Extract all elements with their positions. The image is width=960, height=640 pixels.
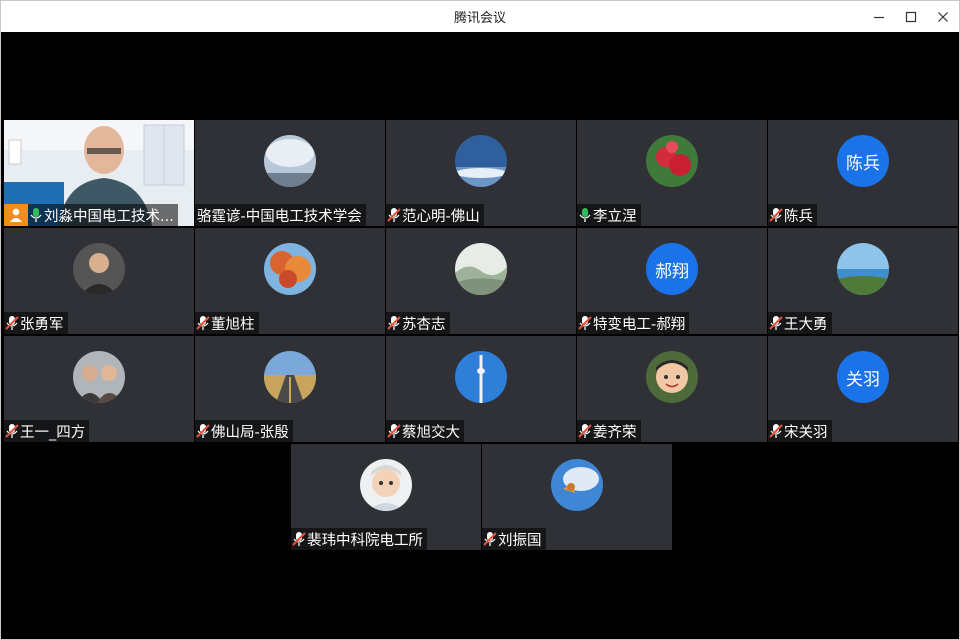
participant-tile[interactable]: 王一_四方 [4,336,194,442]
participant-tile[interactable]: 骆霆谚-中国电工技术学会 [195,120,385,226]
participant-avatar [360,459,412,511]
participant-avatar [264,351,316,403]
mic-off-icon [5,316,19,330]
participant-name-tag: 李立涅 [577,204,641,226]
participant-tile[interactable]: 王大勇 [768,228,958,334]
participant-name-tag: 姜齐荣 [577,420,641,442]
participant-tile[interactable]: 刘淼中国电工技术... [4,120,194,226]
mic-off-icon [387,424,401,438]
window-controls [863,1,959,32]
participant-tile[interactable]: 关羽 宋关羽 [768,336,958,442]
participant-tile[interactable]: 陈兵 陈兵 [768,120,958,226]
participant-avatar [455,243,507,295]
participant-tile[interactable]: 苏杏志 [386,228,576,334]
participant-tile[interactable]: 裴玮中科院电工所 [291,444,481,550]
participant-avatar [837,243,889,295]
participant-tile[interactable]: 张勇军 [4,228,194,334]
participant-tile[interactable]: 范心明-佛山 [386,120,576,226]
mic-off-icon [196,424,210,438]
mic-off-icon [769,316,783,330]
participant-name-tag: 裴玮中科院电工所 [291,528,427,550]
participant-avatar [264,135,316,187]
mic-off-icon [5,424,19,438]
participant-tile[interactable]: 刘振国 [482,444,672,550]
mic-on-icon [579,208,591,222]
participant-avatar [646,351,698,403]
mic-off-icon [769,424,783,438]
participant-tile[interactable]: 李立涅 [577,120,767,226]
participant-avatar-text: 关羽 [837,351,889,403]
participant-name-tag: 董旭柱 [195,312,259,334]
participant-name-tag: 陈兵 [768,204,817,226]
participant-avatar [73,243,125,295]
participant-name-tag: 特变电工-郝翔 [577,312,690,334]
participant-tile[interactable]: 董旭柱 [195,228,385,334]
close-icon [938,11,948,22]
mic-off-icon [769,208,783,222]
participant-name-tag: 张勇军 [4,312,68,334]
participant-tile[interactable]: 姜齐荣 [577,336,767,442]
meeting-window: 腾讯会议 刘淼中国电工技术... 骆霆谚-中国电工技术学会 范心明-佛山 李立涅… [0,0,960,640]
minimize-button[interactable] [863,1,895,32]
participant-name-tag: 蔡旭交大 [386,420,464,442]
participant-name-tag: 宋关羽 [768,420,832,442]
participant-tile[interactable]: 蔡旭交大 [386,336,576,442]
participant-tile[interactable]: 郝翔 特变电工-郝翔 [577,228,767,334]
participant-name-tag: 范心明-佛山 [386,204,484,226]
participant-name-tag: 王一_四方 [4,420,90,442]
participant-avatar-text: 陈兵 [837,135,889,187]
participant-name-tag: 佛山局-张殷 [195,420,293,442]
participant-grid: 刘淼中国电工技术... 骆霆谚-中国电工技术学会 范心明-佛山 李立涅 陈兵 陈… [1,32,959,639]
mic-off-icon [292,532,306,546]
close-button[interactable] [927,1,959,32]
participant-avatar [455,135,507,187]
participant-name-tag: 骆霆谚-中国电工技术学会 [195,204,366,226]
mic-off-icon [387,208,401,222]
participant-avatar-text: 郝翔 [646,243,698,295]
window-title: 腾讯会议 [453,11,506,26]
participant-avatar [646,135,698,187]
participant-tile[interactable]: 佛山局-张殷 [195,336,385,442]
participant-avatar [264,243,316,295]
host-icon [10,208,22,222]
mic-off-icon [196,316,210,330]
participant-name-tag: 王大勇 [768,312,832,334]
participant-name-tag: 刘振国 [482,528,546,550]
mic-off-icon [483,532,497,546]
participant-avatar [551,459,603,511]
participant-name-tag: 苏杏志 [386,312,450,334]
participant-avatar [73,351,125,403]
host-badge [4,204,28,226]
participant-name-tag: 刘淼中国电工技术... [4,204,178,226]
minimize-icon [874,16,884,18]
mic-off-icon [578,424,592,438]
participant-avatar [455,351,507,403]
mic-off-icon [578,316,592,330]
mic-on-icon [30,208,42,222]
maximize-button[interactable] [895,1,927,32]
maximize-icon [905,11,917,22]
mic-off-icon [387,316,401,330]
title-bar: 腾讯会议 [1,1,959,32]
